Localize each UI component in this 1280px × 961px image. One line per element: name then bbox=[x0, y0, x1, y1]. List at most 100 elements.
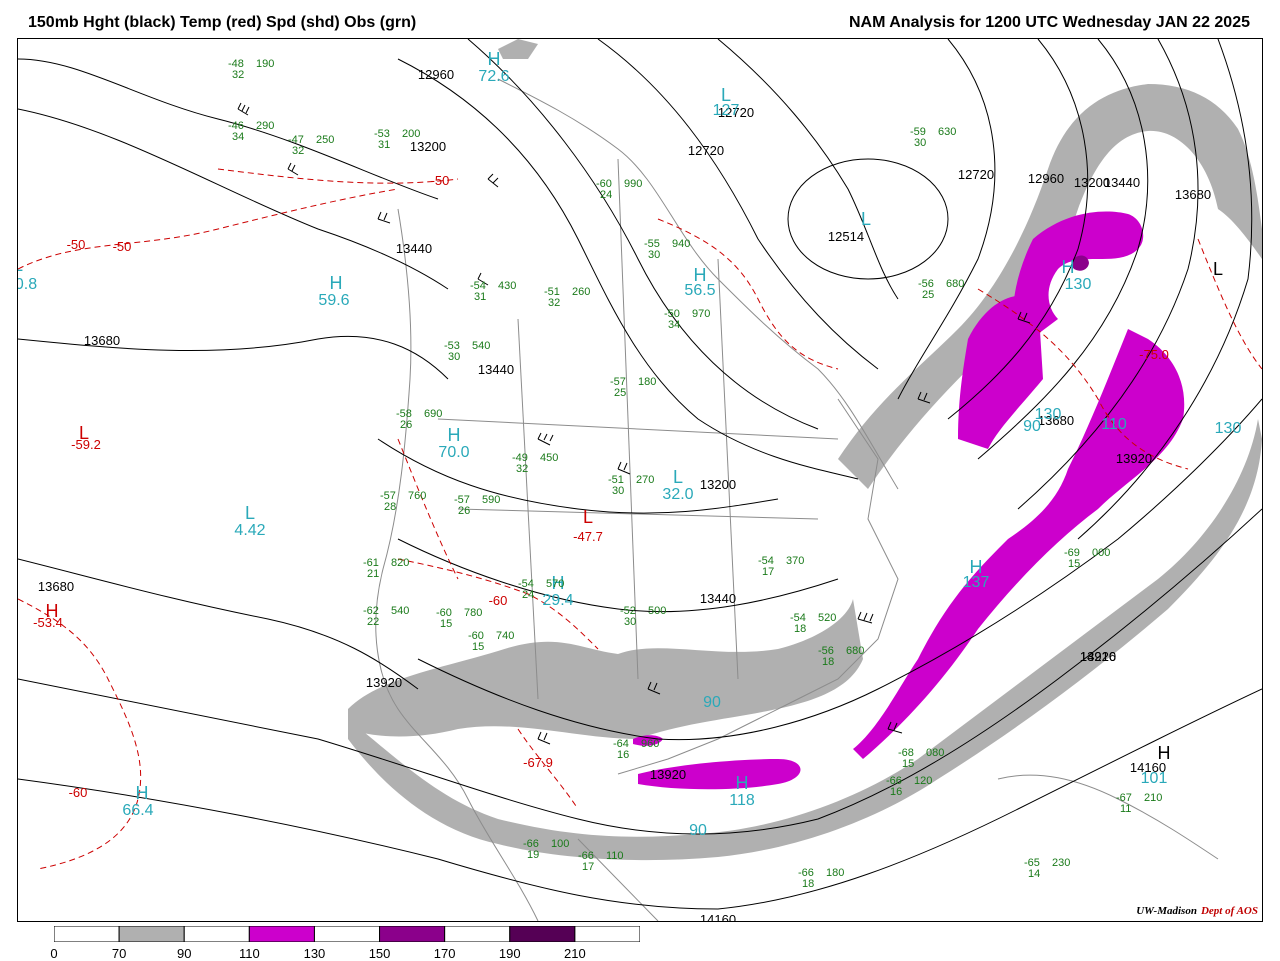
height-label: 13200 bbox=[700, 477, 736, 492]
height-label: 14160 bbox=[700, 912, 736, 921]
colorbar-bin bbox=[118, 926, 185, 942]
obs-dewpoint-depression: 21 bbox=[367, 568, 379, 580]
colorbar-tick-label: 70 bbox=[111, 946, 127, 961]
obs-height: 450 bbox=[540, 452, 558, 464]
obs-dewpoint-depression: 18 bbox=[822, 656, 834, 668]
height-label: 12960 bbox=[1028, 171, 1064, 186]
obs-height: 080 bbox=[926, 747, 944, 759]
speed-label: 70.0 bbox=[438, 444, 469, 461]
obs-dewpoint-depression: 30 bbox=[914, 137, 926, 149]
pressure-center-marker: H bbox=[1158, 743, 1171, 763]
obs-height: 760 bbox=[408, 490, 426, 502]
obs-height: 250 bbox=[316, 134, 334, 146]
jet-speed-purple-shading bbox=[1073, 255, 1089, 271]
obs-height: 990 bbox=[624, 178, 642, 190]
speed-label: 130 bbox=[1065, 276, 1092, 293]
temp-label: -67.9 bbox=[523, 755, 553, 770]
colorbar-bin bbox=[444, 926, 511, 942]
pressure-center-marker: L bbox=[861, 209, 871, 229]
colorbar-tick-label: 190 bbox=[498, 946, 521, 961]
obs-height: 960 bbox=[641, 738, 659, 750]
obs-height: 180 bbox=[638, 376, 656, 388]
obs-height: 570 bbox=[546, 578, 564, 590]
speed-colorbar bbox=[54, 926, 640, 942]
obs-height: 940 bbox=[672, 238, 690, 250]
pressure-center-marker: H bbox=[136, 783, 149, 803]
obs-height: 630 bbox=[938, 126, 956, 138]
obs-dewpoint-depression: 25 bbox=[922, 289, 934, 301]
pressure-center-marker: L bbox=[1213, 259, 1223, 279]
colorbar-tick-label: 130 bbox=[303, 946, 326, 961]
temp-label: -50 bbox=[431, 173, 450, 188]
colorbar-bin bbox=[574, 926, 640, 942]
pressure-center-marker: H bbox=[46, 601, 59, 621]
obs-dewpoint-depression: 19 bbox=[527, 849, 539, 861]
obs-dewpoint-depression: 30 bbox=[612, 485, 624, 497]
obs-dewpoint-depression: 15 bbox=[440, 618, 452, 630]
obs-dewpoint-depression: 17 bbox=[762, 566, 774, 578]
temp-label: -75.0 bbox=[1139, 347, 1169, 362]
pressure-center-marker: H bbox=[330, 273, 343, 293]
speed-label: 59.6 bbox=[318, 292, 349, 309]
analysis-time-title: NAM Analysis for 1200 UTC Wednesday JAN … bbox=[848, 14, 1250, 31]
height-label: 13440 bbox=[396, 241, 432, 256]
height-label: 13920 bbox=[1116, 451, 1152, 466]
obs-dewpoint-depression: 28 bbox=[384, 501, 396, 513]
pressure-center-marker: L bbox=[18, 255, 23, 275]
pressure-center-marker: H bbox=[736, 773, 749, 793]
credit-line: UW-Madison Dept of AOS bbox=[1136, 905, 1258, 917]
pressure-center-marker: H bbox=[1062, 257, 1075, 277]
temp-label: -60 bbox=[489, 593, 508, 608]
speed-label: 101 bbox=[1141, 770, 1168, 787]
obs-height: 120 bbox=[914, 775, 932, 787]
obs-height: 270 bbox=[636, 474, 654, 486]
obs-dewpoint-depression: 22 bbox=[367, 616, 379, 628]
speed-label: 4.42 bbox=[234, 522, 265, 539]
speed-label: 90 bbox=[689, 822, 707, 839]
pressure-center-marker: H bbox=[970, 557, 983, 577]
obs-height: 370 bbox=[786, 555, 804, 567]
obs-dewpoint-depression: 14 bbox=[1028, 868, 1040, 880]
obs-dewpoint-depression: 17 bbox=[582, 861, 594, 873]
temp-label: -60 bbox=[69, 785, 88, 800]
colorbar-tick-label: 0 bbox=[50, 946, 58, 961]
height-label: 12514 bbox=[828, 229, 864, 244]
obs-dewpoint-depression: 31 bbox=[474, 291, 486, 303]
colorbar-tick-label: 90 bbox=[176, 946, 192, 961]
speed-label: 0.8 bbox=[18, 276, 37, 293]
pressure-center-marker: H bbox=[488, 49, 501, 69]
obs-height: 540 bbox=[391, 605, 409, 617]
pressure-center-marker: L bbox=[721, 85, 731, 105]
obs-dewpoint-depression: 24 bbox=[600, 189, 612, 201]
obs-height: 110 bbox=[606, 850, 624, 862]
obs-dewpoint-depression: 32 bbox=[548, 297, 560, 309]
temp-label: -47.7 bbox=[573, 529, 603, 544]
colorbar-bin bbox=[183, 926, 250, 942]
obs-height: 520 bbox=[818, 612, 836, 624]
weather-map: 12960 13200 13440 13680 12720 12720 12514 12720… bbox=[17, 38, 1263, 922]
colorbar-tick-label: 170 bbox=[433, 946, 456, 961]
obs-height: 500 bbox=[648, 605, 666, 617]
obs-dewpoint-depression: 16 bbox=[890, 786, 902, 798]
obs-height: 200 bbox=[402, 128, 420, 140]
obs-height: 210 bbox=[1144, 792, 1162, 804]
colorbar-bin bbox=[509, 926, 576, 942]
obs-dewpoint-depression: 32 bbox=[232, 69, 244, 81]
temp-label: -50 bbox=[67, 237, 86, 252]
pressure-center-marker: H bbox=[448, 425, 461, 445]
speed-label: 32.0 bbox=[662, 486, 693, 503]
obs-height: 180 bbox=[826, 867, 844, 879]
obs-height: 230 bbox=[1052, 857, 1070, 869]
colorbar-tick-label: 210 bbox=[564, 946, 586, 961]
credit-org: UW-Madison bbox=[1136, 905, 1197, 917]
speed-label: 90 bbox=[703, 694, 721, 711]
height-label: 12720 bbox=[688, 143, 724, 158]
obs-height: 430 bbox=[498, 280, 516, 292]
pressure-center-marker: L bbox=[245, 503, 255, 523]
obs-dewpoint-depression: 18 bbox=[794, 623, 806, 635]
obs-dewpoint-depression: 34 bbox=[232, 131, 244, 143]
obs-height: 260 bbox=[572, 286, 590, 298]
pressure-center-marker: H bbox=[694, 265, 707, 285]
height-label: 12960 bbox=[418, 67, 454, 82]
obs-dewpoint-depression: 30 bbox=[448, 351, 460, 363]
